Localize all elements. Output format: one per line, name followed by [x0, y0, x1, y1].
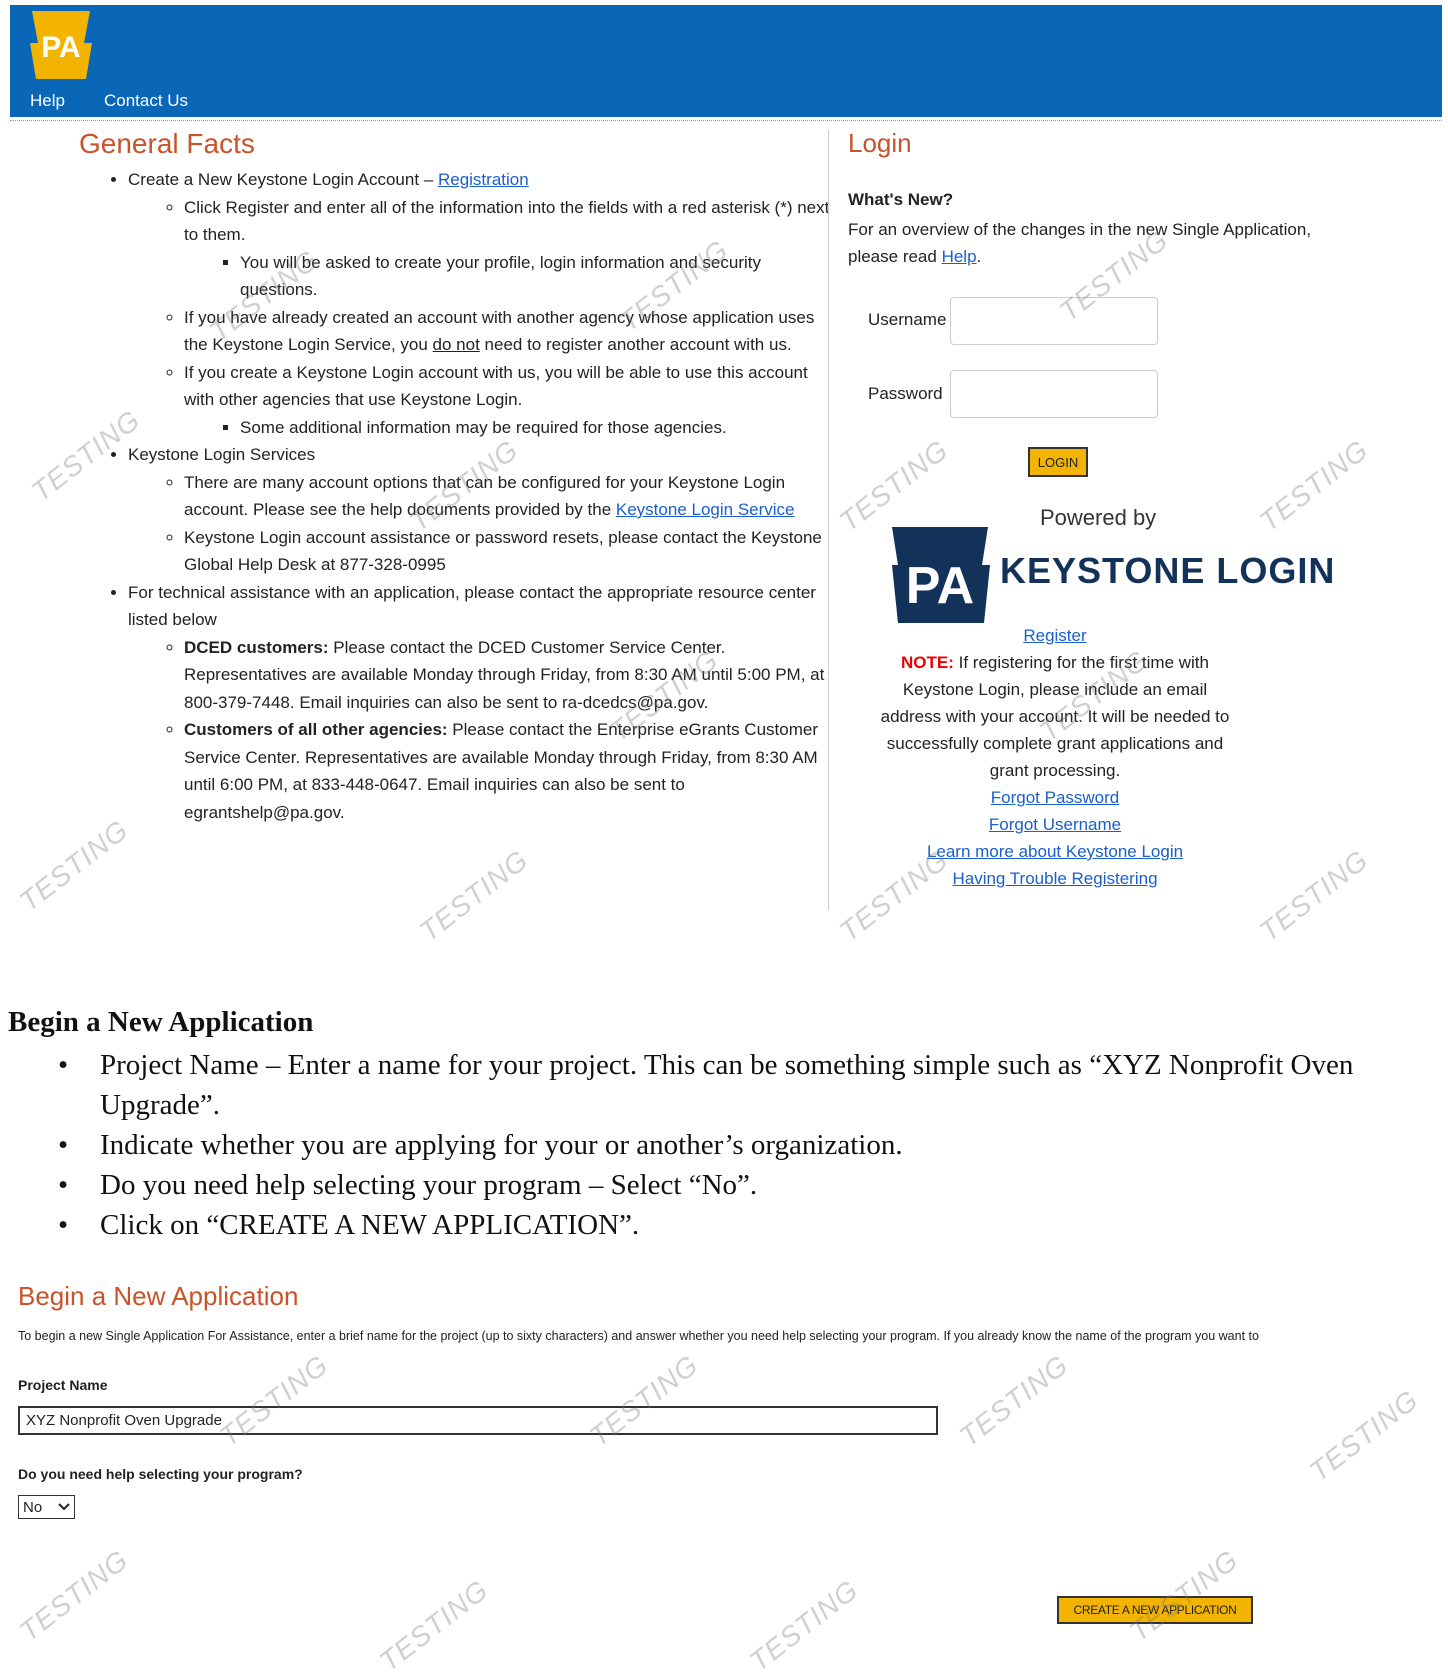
facts-item-2-sub-2: Keystone Login account assistance or pas…: [184, 524, 830, 579]
top-nav: Help Contact Us: [10, 83, 207, 117]
password-field[interactable]: [950, 370, 1158, 418]
nav-contact-us[interactable]: Contact Us: [84, 83, 207, 117]
note-label: NOTE:: [901, 653, 954, 672]
begin-app-description: To begin a new Single Application For As…: [18, 1329, 1259, 1343]
keystone-logo-pa: PA: [906, 557, 974, 615]
whats-new-help-link[interactable]: Help: [942, 247, 977, 266]
watermark: TESTING: [583, 1348, 704, 1453]
facts-item-1-sub-1-sub: You will be asked to create your profile…: [240, 249, 830, 304]
instructions-heading: Begin a New Application: [8, 1006, 314, 1038]
list-item: For technical assistance with an applica…: [128, 579, 830, 827]
nav-help[interactable]: Help: [10, 83, 84, 117]
facts-item-3-text: For technical assistance with an applica…: [128, 582, 816, 630]
watermark: TESTING: [13, 1543, 134, 1648]
facts-item-2-text: Keystone Login Services: [128, 445, 316, 464]
instruction-text: Do you need help selecting your program …: [100, 1169, 758, 1201]
password-label: Password: [868, 384, 943, 403]
begin-app-title: Begin a New Application: [18, 1281, 299, 1311]
facts-item-1-sub-3-sub: Some additional information may be requi…: [240, 414, 830, 442]
whats-new-text: For an overview of the changes in the ne…: [848, 220, 1312, 266]
instruction-text: Click on “CREATE A NEW APPLICATION”.: [100, 1209, 640, 1241]
list-item: There are many account options that can …: [184, 469, 830, 524]
pa-logo-text: PA: [41, 31, 80, 64]
instruction-text: Project Name – Enter a name for your pro…: [100, 1049, 1354, 1121]
list-item: • Indicate whether you are applying for y…: [58, 1129, 903, 1161]
list-item: Customers of all other agencies: Please …: [184, 716, 830, 826]
facts-item-1-sub-2-underline: do not: [432, 335, 480, 354]
list-item: • Do you need help selecting your program…: [58, 1169, 758, 1201]
general-facts-title: General Facts: [79, 128, 255, 159]
keystone-login-wordmark: KEYSTONE LOGIN: [1000, 550, 1336, 591]
header-banner: PA Help Contact Us: [10, 5, 1442, 117]
column-divider: [828, 130, 829, 910]
facts-item-1-text: Create a New Keystone Login Account –: [128, 170, 438, 189]
list-item: If you create a Keystone Login account w…: [184, 359, 830, 442]
forgot-username-link[interactable]: Forgot Username: [989, 815, 1121, 834]
username-label: Username: [868, 310, 947, 329]
facts-item-1-sub-3: If you create a Keystone Login account w…: [184, 362, 808, 410]
list-item: • Project Name – Enter a name for your pr…: [58, 1049, 1354, 1121]
help-selecting-select[interactable]: No: [18, 1495, 75, 1519]
learn-more-link[interactable]: Learn more about Keystone Login: [927, 842, 1183, 861]
register-link[interactable]: Register: [1023, 626, 1086, 645]
list-item: • Click on “CREATE A NEW APPLICATION”.: [58, 1209, 640, 1241]
login-button[interactable]: LOGIN: [1028, 447, 1088, 477]
pa-keystone-logo: PA: [30, 11, 92, 79]
chevron-down-icon: [58, 1503, 70, 1511]
project-name-input[interactable]: XYZ Nonprofit Oven Upgrade: [18, 1406, 938, 1435]
other-agencies-label: Customers of all other agencies:: [184, 720, 448, 739]
watermark: TESTING: [1303, 1383, 1424, 1488]
list-item: DCED customers: Please contact the DCED …: [184, 634, 830, 717]
forgot-password-link[interactable]: Forgot Password: [991, 788, 1120, 807]
project-name-label: Project Name: [18, 1377, 108, 1393]
instruction-text: Indicate whether you are applying for yo…: [100, 1129, 903, 1161]
registration-link[interactable]: Registration: [438, 170, 529, 189]
login-title: Login: [848, 128, 912, 158]
dced-label: DCED customers:: [184, 637, 329, 657]
watermark: TESTING: [213, 1348, 334, 1453]
watermark: TESTING: [953, 1348, 1074, 1453]
instructions-list: • Project Name – Enter a name for your pr…: [58, 1045, 1428, 1245]
whats-new-title: What's New?: [848, 190, 954, 209]
list-item: If you have already created an account w…: [184, 304, 830, 359]
divider: [10, 120, 1442, 121]
facts-item-1-sub-2b: need to register another account with us…: [479, 335, 792, 354]
watermark: TESTING: [743, 1573, 864, 1678]
help-selecting-label: Do you need help selecting your program?: [18, 1466, 303, 1482]
watermark: TESTING: [373, 1573, 494, 1678]
whats-new-body: For an overview of the changes in the ne…: [848, 220, 1312, 266]
facts-item-1-sub-1: Click Register and enter all of the info…: [184, 197, 830, 245]
select-value: No: [23, 1498, 43, 1516]
keystone-login-service-link[interactable]: Keystone Login Service: [616, 500, 795, 519]
having-trouble-link[interactable]: Having Trouble Registering: [952, 869, 1157, 888]
